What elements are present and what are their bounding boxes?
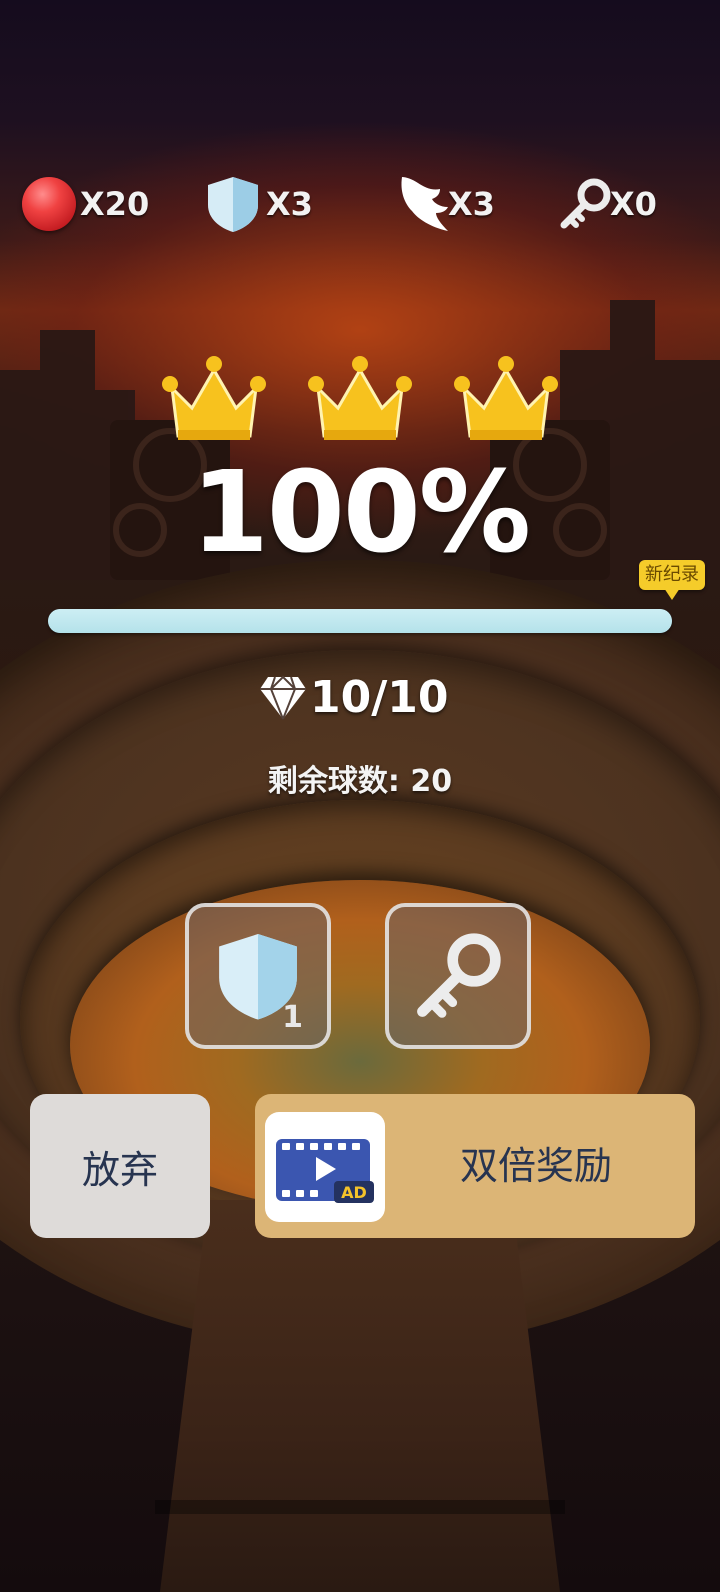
double-reward-button[interactable]: AD 双倍奖励	[255, 1094, 695, 1238]
progress-bar	[48, 609, 672, 633]
resource-balls: X20	[22, 172, 149, 236]
red-ball-icon	[22, 177, 76, 231]
new-record-badge-tail	[664, 588, 680, 600]
shields-count: X3	[266, 185, 313, 223]
progress-fill	[48, 609, 672, 633]
remaining-balls: 剩余球数: 20	[267, 764, 453, 799]
key-item-button[interactable]	[385, 903, 531, 1049]
resource-keys: X0	[558, 172, 657, 236]
key-icon	[560, 178, 611, 229]
gems-collected: 10/10	[258, 666, 449, 728]
balls-count: X20	[80, 185, 150, 223]
crown-icon	[162, 356, 266, 440]
gems-count: 10/10	[310, 671, 449, 723]
ramp-shadow	[155, 1500, 565, 1514]
crown-rating	[160, 350, 560, 450]
abandon-label: 放弃	[81, 1147, 158, 1192]
video-ad-icon: AD	[265, 1112, 385, 1222]
shield-item-count: 1	[282, 1000, 303, 1035]
completion-percent: 100%	[190, 448, 531, 578]
crown-icon	[308, 356, 412, 440]
ramp	[160, 1200, 560, 1592]
keys-count: X0	[610, 185, 657, 223]
diamond-icon	[260, 675, 306, 720]
resource-wings: X3	[396, 172, 495, 236]
key-icon	[417, 933, 501, 1018]
wings-count: X3	[448, 185, 495, 223]
shield-icon	[208, 177, 258, 232]
abandon-button[interactable]: 放弃	[30, 1094, 210, 1238]
ad-tag: AD	[341, 1183, 367, 1202]
shield-item-button[interactable]: 1	[185, 903, 331, 1049]
double-reward-label: 双倍奖励	[460, 1144, 613, 1188]
resource-shields: X3	[206, 172, 313, 236]
new-record-badge: 新纪录	[639, 560, 705, 590]
film-play-icon: AD	[276, 1139, 374, 1203]
crown-icon	[454, 356, 558, 440]
wing-icon	[401, 177, 448, 231]
